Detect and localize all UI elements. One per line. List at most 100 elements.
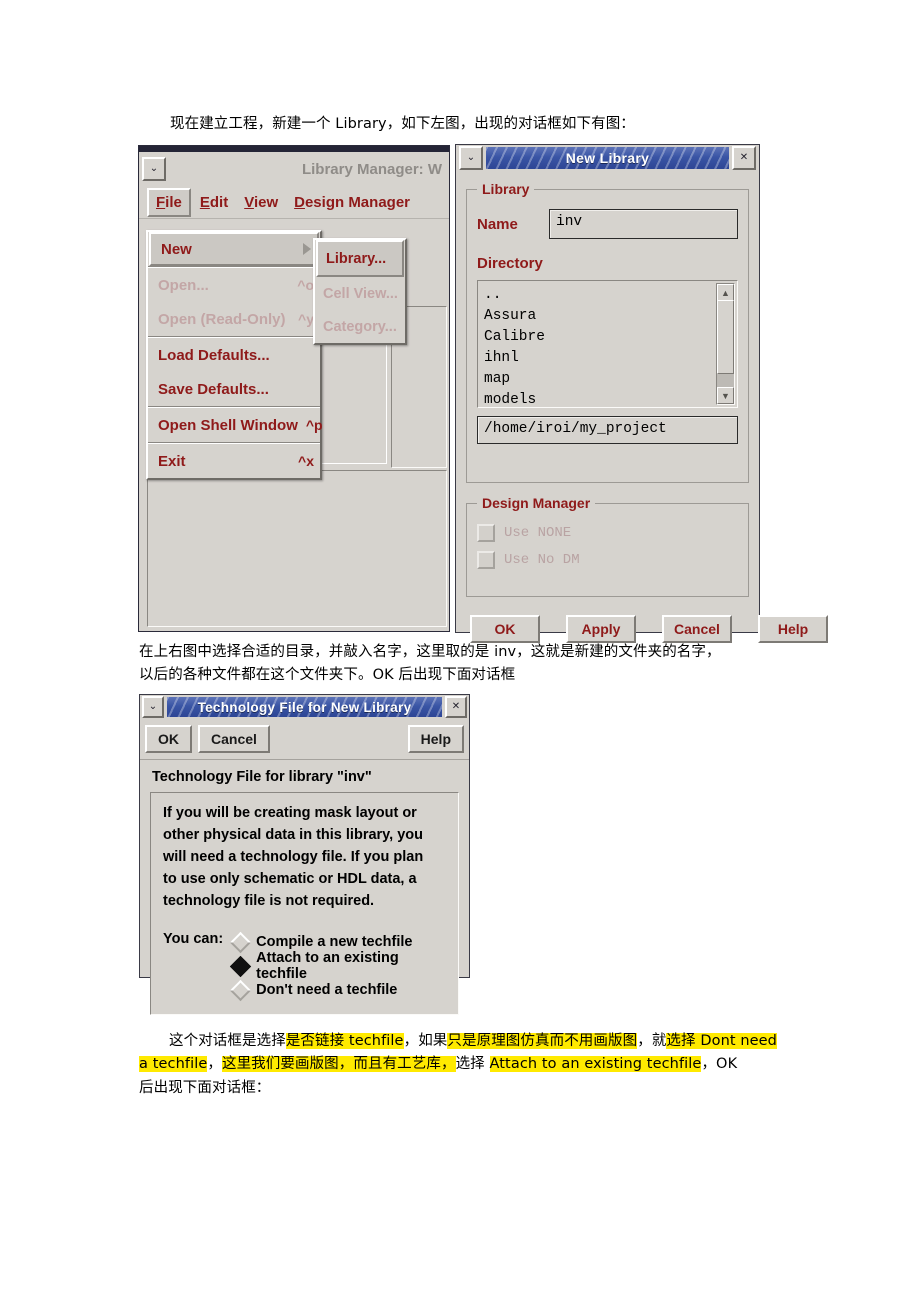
radio-use-no-dm-label: Use No DM [504,551,580,568]
radio-use-no-dm[interactable]: Use No DM [477,546,738,573]
ok-button[interactable]: OK [145,725,192,753]
directory-listbox[interactable]: .. Assura Calibre ihnl map models raw ▲ … [477,280,738,408]
directory-scrollbar[interactable]: ▲ ▼ [716,283,735,405]
menu-item-new[interactable]: New [149,232,319,266]
bottom-seg-2: techfile [344,1033,404,1049]
menu-design-manager[interactable]: Design Manager [287,190,417,215]
help-button[interactable]: Help [407,725,464,753]
menu-item-open-read-only-accel: ^y [298,311,314,327]
list-item[interactable]: Assura [484,306,737,327]
library-name-input[interactable]: inv [549,209,738,239]
menu-item-load-defaults[interactable]: Load Defaults... [148,338,320,372]
menu-item-open-label: Open... [158,276,209,294]
bottom-seg-5: ， [207,1056,222,1072]
submenu-item-cell-view-label: Cell View... [323,285,398,302]
menu-item-open[interactable]: Open... ^o [148,268,320,302]
scroll-up-icon[interactable]: ▲ [717,284,734,301]
mid-paragraph: 在上右图中选择合适的目录，并敲入名字，这里取的是 inv，这就是新建的文件夹的名… [139,641,789,687]
cancel-button[interactable]: Cancel [662,615,732,643]
window-menu-icon[interactable]: ⌄ [142,157,166,181]
library-manager-title: Library Manager: W [301,160,442,178]
menu-item-save-defaults[interactable]: Save Defaults... [148,372,320,406]
bottom-paragraph: 这个对话框是选择是否链接 techfile，如果只是原理图仿真而不用画版图，就选… [139,1030,787,1100]
bottom-seg-7: ，OK [701,1056,738,1072]
intro-text: 现在建立工程，新建一个 Library，如下左图，出现的对话框如下有图： [170,116,635,132]
option-attach-existing-techfile-label: Attach to an existing techfile [256,950,399,982]
body-line: If you will be creating mask layout or [163,805,417,821]
menu-item-save-defaults-label: Save Defaults... [158,380,269,398]
library-manager-titlebar[interactable]: ⌄ Library Manager: W [139,152,449,186]
directory-path-input[interactable]: /home/iroi/my_project [477,416,738,444]
bottom-highlight-1: 是否链接 [285,1033,345,1049]
you-can-label: You can: [163,931,224,947]
technology-file-heading: Technology File for library "inv" [152,769,372,785]
list-item[interactable]: .. [484,285,737,306]
menu-edit[interactable]: Edit [193,190,235,215]
radio-use-none[interactable]: Use NONE [477,519,738,546]
menu-item-open-shell-window-label: Open Shell Window [158,416,298,434]
library-manager-menubar[interactable]: File Edit View Design Manager [139,186,449,219]
scroll-down-icon[interactable]: ▼ [717,387,734,404]
technology-file-dialog[interactable]: ⌄ Technology File for New Library ✕ OK C… [139,694,470,1015]
close-icon[interactable]: ✕ [445,696,467,718]
file-dropdown-menu[interactable]: New Open... ^o Open (Read-Only) ^y Load … [146,230,323,480]
menu-item-open-read-only[interactable]: Open (Read-Only) ^y [148,302,320,336]
list-item[interactable]: Calibre [484,327,737,348]
close-icon[interactable]: ✕ [732,146,756,170]
technology-file-button-bar: OK Cancel Help [140,719,469,760]
apply-button[interactable]: Apply [566,615,636,643]
menu-edit-label-rest: dit [209,193,229,211]
lower-pane[interactable] [147,470,447,627]
radio-icon [477,550,495,569]
menu-view[interactable]: View [237,190,285,215]
new-library-body: Library Name inv Directory .. Assura Cal… [456,171,759,607]
menu-file[interactable]: File [147,187,191,217]
techfile-option-group[interactable]: Compile a new techfile Attach to an exis… [230,930,446,1002]
menu-item-open-read-only-label: Open (Read-Only) [158,310,286,328]
name-row: Name inv [477,209,738,239]
cancel-button[interactable]: Cancel [198,725,270,753]
list-item[interactable]: models [484,390,737,407]
option-dont-need-techfile-label: Don't need a techfile [256,982,398,998]
submenu-item-library[interactable]: Library... [316,240,404,277]
bottom-highlight-4: 这里我们要画版图，而且有工艺库， [221,1056,456,1072]
body-line: will need a technology file. If you plan [163,849,424,865]
document-page: 现在建立工程，新建一个 Library，如下左图，出现的对话框如下有图： ⌄ L… [0,0,920,1302]
submenu-item-category[interactable]: Category... [315,310,405,343]
option-compile-new-techfile-label: Compile a new techfile [256,934,413,950]
list-item[interactable]: map [484,369,737,390]
technology-file-title: Technology File for New Library [167,697,442,717]
window-menu-icon[interactable]: ⌄ [142,696,164,718]
submenu-item-category-label: Category... [323,318,397,335]
scrollbar-thumb[interactable] [717,300,734,374]
radio-diamond-icon [230,979,252,1001]
new-submenu[interactable]: Library... Cell View... Category... [313,238,407,345]
radio-diamond-selected-icon [230,955,252,977]
list-item[interactable]: ihnl [484,348,737,369]
new-library-titlebar[interactable]: ⌄ New Library ✕ [456,145,759,171]
menu-item-exit-accel: ^x [298,453,314,469]
bottom-seg-8: 后出现下面对话框： [139,1080,271,1096]
library-group: Library Name inv Directory .. Assura Cal… [466,181,749,483]
bottom-seg-6: 选择 [455,1056,490,1072]
menu-item-exit[interactable]: Exit ^x [148,444,320,478]
window-menu-icon[interactable]: ⌄ [459,146,483,170]
technology-file-body: If you will be creating mask layout or o… [163,802,446,912]
submenu-item-library-label: Library... [326,250,387,267]
directory-list[interactable]: .. Assura Calibre ihnl map models raw [478,281,737,407]
mid-paragraph-line-2: 以后的各种文件都在这个文件夹下。OK 后出现下面对话框 [139,667,516,683]
menu-file-label-rest: ile [165,193,182,211]
submenu-arrow-icon [303,243,311,255]
technology-file-titlebar[interactable]: ⌄ Technology File for New Library ✕ [140,695,469,719]
ok-button[interactable]: OK [470,615,540,643]
directory-label: Directory [477,255,543,272]
menu-item-load-defaults-label: Load Defaults... [158,346,270,364]
option-attach-existing-techfile[interactable]: Attach to an existing techfile [230,950,446,982]
library-group-legend: Library [482,181,530,197]
bottom-seg-1: 这个对话框是选择 [169,1033,286,1049]
radio-use-none-label: Use NONE [504,524,572,541]
menu-item-open-shell-window[interactable]: Open Shell Window ^p [148,408,323,442]
new-library-dialog[interactable]: ⌄ New Library ✕ Library Name inv Directo… [455,144,828,643]
submenu-item-cell-view[interactable]: Cell View... [315,277,405,310]
help-button[interactable]: Help [758,615,828,643]
